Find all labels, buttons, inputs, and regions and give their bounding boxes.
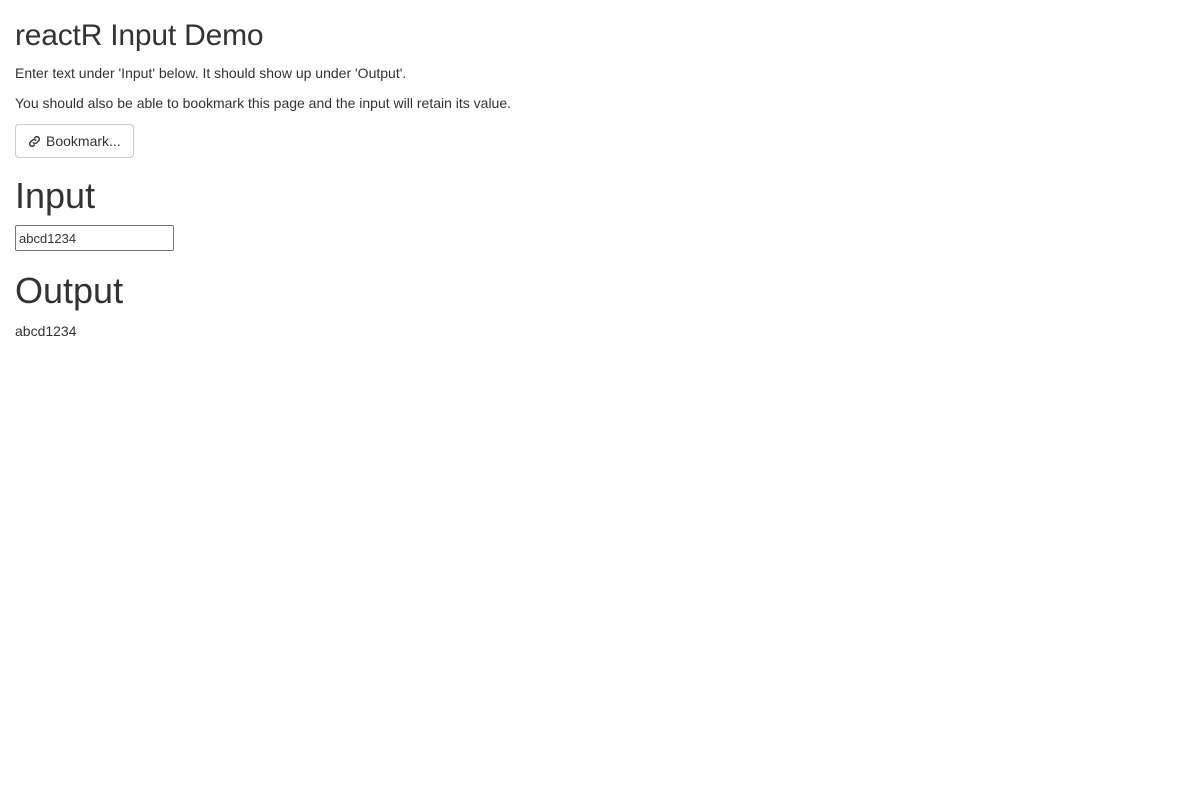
- input-heading: Input: [15, 175, 96, 216]
- bookmark-button-label: Bookmark...: [46, 133, 121, 149]
- page-title: reactR Input Demo: [15, 19, 264, 52]
- output-value: abcd1234: [15, 323, 77, 339]
- output-heading: Output: [15, 270, 124, 311]
- description-text-2: You should also be able to bookmark this…: [15, 95, 512, 111]
- link-icon: [28, 135, 41, 148]
- description-text-1: Enter text under 'Input' below. It shoul…: [15, 65, 407, 81]
- bookmark-button[interactable]: Bookmark...: [15, 124, 134, 158]
- text-input[interactable]: [15, 225, 174, 251]
- main-container: reactR Input Demo Enter text under 'Inpu…: [0, 17, 1200, 341]
